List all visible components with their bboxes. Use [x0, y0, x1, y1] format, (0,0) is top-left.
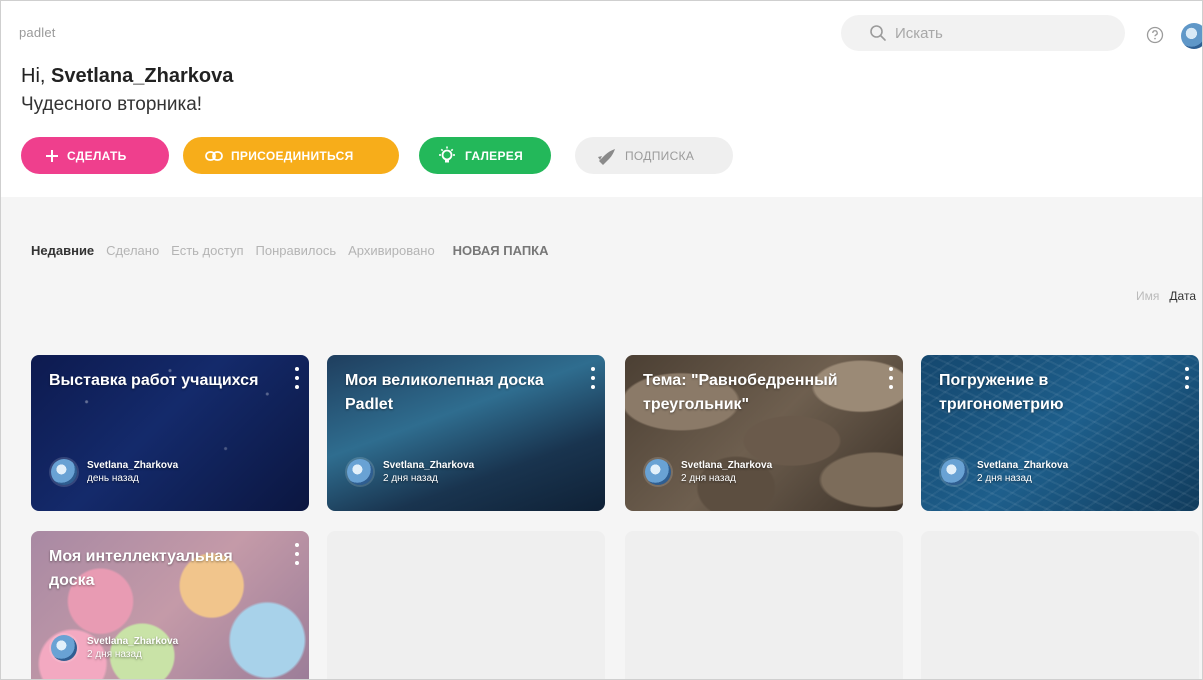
- board-meta: Svetlana_Zharkova 2 дня назад: [681, 459, 772, 485]
- author-avatar: [941, 459, 967, 485]
- padlet-dashboard: padlet Hi, Svetlana_Zharkova Чудесного в…: [0, 0, 1203, 680]
- join-button[interactable]: ПРИСОЕДИНИТЬСЯ: [183, 137, 399, 174]
- link-icon: [205, 150, 223, 162]
- author-avatar: [645, 459, 671, 485]
- board-placeholder: [327, 531, 605, 679]
- more-vertical-icon[interactable]: [1183, 367, 1191, 389]
- author-avatar: [51, 459, 77, 485]
- help-icon[interactable]: [1145, 25, 1165, 45]
- tab-shared[interactable]: Есть доступ: [171, 243, 243, 258]
- tab-recent[interactable]: Недавние: [31, 243, 94, 258]
- make-button[interactable]: СДЕЛАТЬ: [21, 137, 169, 174]
- rocket-icon: [595, 147, 617, 165]
- board-time: 2 дня назад: [383, 473, 438, 484]
- board-card[interactable]: Выставка работ учащихся Svetlana_Zharkov…: [31, 355, 309, 511]
- greeting: Hi, Svetlana_Zharkova: [21, 65, 233, 88]
- new-folder-button[interactable]: НОВАЯ ПАПКА: [453, 243, 549, 258]
- greeting-prefix: Hi,: [21, 65, 51, 87]
- more-vertical-icon[interactable]: [589, 367, 597, 389]
- board-author: Svetlana_Zharkova: [977, 460, 1069, 471]
- tab-made[interactable]: Сделано: [106, 243, 159, 258]
- gallery-label: ГАЛЕРЕЯ: [465, 148, 524, 163]
- board-placeholder: [625, 531, 903, 679]
- padlet-logo[interactable]: padlet: [19, 25, 56, 40]
- plus-icon: [45, 149, 59, 163]
- username: Svetlana_Zharkova: [51, 65, 234, 87]
- subscription-label: ПОДПИСКА: [625, 148, 695, 163]
- board-time: 2 дня назад: [977, 473, 1032, 484]
- tab-liked[interactable]: Понравилось: [256, 243, 337, 258]
- boards-area: Недавние Сделано Есть доступ Понравилось…: [1, 197, 1202, 679]
- more-vertical-icon[interactable]: [887, 367, 895, 389]
- search-input[interactable]: [895, 24, 1095, 42]
- board-title: Моя интеллектуальная доска: [49, 548, 233, 589]
- board-card[interactable]: Погружение в тригонометрию Svetlana_Zhar…: [921, 355, 1199, 511]
- gallery-button[interactable]: ГАЛЕРЕЯ: [419, 137, 551, 174]
- day-greeting: Чудесного вторника!: [21, 94, 203, 115]
- lightbulb-icon: [437, 146, 457, 166]
- board-title: Выставка работ учащихся: [49, 372, 259, 389]
- sort-by-date[interactable]: Дата: [1169, 289, 1196, 303]
- tab-archived[interactable]: Архивировано: [348, 243, 435, 258]
- board-card[interactable]: Моя интеллектуальная доска Svetlana_Zhar…: [31, 531, 309, 679]
- board-author: Svetlana_Zharkova: [87, 460, 179, 471]
- board-card[interactable]: Моя великолепная доска Padlet Svetlana_Z…: [327, 355, 605, 511]
- board-meta: Svetlana_Zharkova 2 дня назад: [383, 459, 474, 485]
- author-avatar: [51, 635, 77, 661]
- header: padlet Hi, Svetlana_Zharkova Чудесного в…: [1, 1, 1202, 197]
- board-time: 2 дня назад: [681, 473, 736, 484]
- board-title: Тема: "Равнобедренный треугольник": [643, 372, 838, 413]
- board-title: Погружение в тригонометрию: [939, 372, 1064, 413]
- board-author: Svetlana_Zharkova: [87, 636, 179, 647]
- board-title: Моя великолепная доска Padlet: [345, 372, 544, 413]
- board-author: Svetlana_Zharkova: [383, 460, 475, 471]
- board-card[interactable]: Тема: "Равнобедренный треугольник" Svetl…: [625, 355, 903, 511]
- board-author: Svetlana_Zharkova: [681, 460, 773, 471]
- search-box[interactable]: [841, 15, 1125, 51]
- filter-tabs: Недавние Сделано Есть доступ Понравилось…: [31, 243, 560, 258]
- author-avatar: [347, 459, 373, 485]
- board-time: день назад: [87, 473, 139, 484]
- board-meta: Svetlana_Zharkova 2 дня назад: [87, 635, 178, 661]
- user-avatar[interactable]: [1181, 23, 1202, 49]
- sort-options: Имя Дата: [1126, 289, 1196, 303]
- subscription-button[interactable]: ПОДПИСКА: [575, 137, 733, 174]
- make-label: СДЕЛАТЬ: [67, 148, 127, 163]
- board-meta: Svetlana_Zharkova день назад: [87, 459, 178, 485]
- board-placeholder: [921, 531, 1199, 679]
- board-meta: Svetlana_Zharkova 2 дня назад: [977, 459, 1068, 485]
- more-vertical-icon[interactable]: [293, 367, 301, 389]
- search-icon: [861, 16, 895, 50]
- more-vertical-icon[interactable]: [293, 543, 301, 565]
- board-time: 2 дня назад: [87, 649, 142, 660]
- sort-by-name[interactable]: Имя: [1136, 289, 1159, 303]
- join-label: ПРИСОЕДИНИТЬСЯ: [231, 148, 354, 163]
